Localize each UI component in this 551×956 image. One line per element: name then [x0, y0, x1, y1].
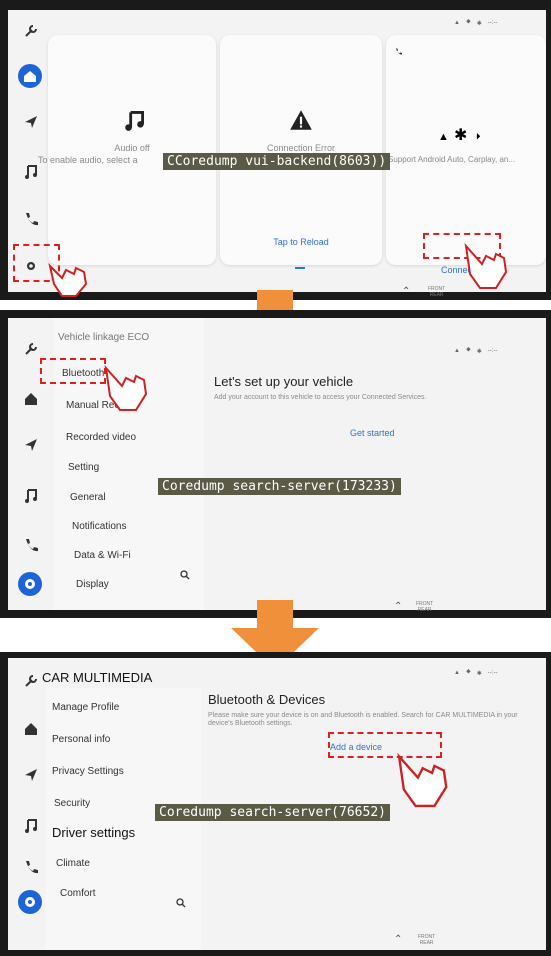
- status-bar: ▲ ⯁ ✱ --:--: [454, 344, 497, 358]
- coredump-overlay: Coredump search-server(76652): [155, 804, 390, 821]
- navigation-arrow-icon[interactable]: [22, 766, 40, 784]
- pointing-hand-icon: [104, 364, 148, 411]
- menu-item-personal-info[interactable]: Personal info: [52, 734, 110, 745]
- music-note-icon: [125, 111, 144, 131]
- phone-subtitle: Support Android Auto, Carplay, an...: [388, 155, 516, 164]
- front-rear-label: FRONT REAR: [418, 934, 436, 946]
- clock-icon: --:--: [487, 348, 498, 354]
- user-icon: ⯁: [465, 347, 471, 354]
- pointing-hand-icon: [48, 262, 88, 297]
- bluetooth-status-icon: ✱: [476, 670, 482, 677]
- warning-icon: [290, 110, 312, 130]
- screenshot-panel-bluetooth: CAR MULTIMEDIA Manage Profile Personal i…: [0, 652, 551, 956]
- android-auto-icon: ▲: [438, 131, 449, 143]
- coredump-overlay: Coredump search-server(173233): [158, 478, 401, 495]
- phone-icon[interactable]: [22, 536, 40, 554]
- status-bar: ▲ ⯁ ✱ --:--: [454, 666, 497, 680]
- phone-connect-card[interactable]: ▲ ✱ ⏵ Support Android Auto, Carplay, an.…: [386, 35, 546, 275]
- signal-icon: ▲: [454, 20, 460, 26]
- audio-title: Audio off: [114, 143, 150, 153]
- wrench-icon[interactable]: [22, 22, 40, 40]
- chevron-up-icon[interactable]: ⌃: [394, 934, 402, 945]
- bluetooth-highlight: [40, 358, 106, 384]
- page-title: Let's set up your vehicle: [214, 374, 354, 389]
- carplay-icon: ⏵: [476, 131, 481, 141]
- menu-item-setting[interactable]: Setting: [68, 462, 99, 473]
- screenshot-panel-home: ▲ ⯁ ✱ --:-- Audio off To enable audio, s…: [0, 0, 551, 300]
- pointing-hand-icon: [397, 752, 448, 808]
- menu-item-general[interactable]: General: [70, 492, 106, 503]
- front-rear-label: FRONT REAR: [416, 601, 434, 613]
- phone-icon: [396, 48, 402, 55]
- menu-item-manage-profile[interactable]: Manage Profile: [52, 702, 119, 713]
- menu-item-vehicle-linkage[interactable]: Vehicle linkage ECO: [58, 332, 149, 343]
- phone-icon[interactable]: [22, 210, 40, 228]
- search-icon[interactable]: [176, 898, 186, 908]
- home-button[interactable]: [18, 64, 42, 88]
- menu-item-climate[interactable]: Climate: [56, 858, 90, 869]
- menu-item-display[interactable]: Display: [76, 579, 109, 590]
- home-icon[interactable]: [22, 390, 40, 408]
- search-icon[interactable]: [180, 570, 190, 580]
- music-note-icon[interactable]: [22, 816, 40, 834]
- wrench-icon[interactable]: [22, 672, 40, 690]
- app-title: CAR MULTIMEDIA: [42, 670, 153, 685]
- connection-title: Connection Error: [266, 143, 336, 153]
- menu-item-privacy-settings[interactable]: Privacy Settings: [52, 766, 124, 777]
- audio-card[interactable]: Audio off To enable audio, select a: [38, 35, 216, 265]
- menu-item-notifications[interactable]: Notifications: [72, 521, 126, 532]
- pointing-hand-icon: [464, 242, 508, 289]
- coredump-overlay: CCoredump vui-backend(8603)): [163, 153, 391, 170]
- page-subtitle: Add your account to this vehicle to acce…: [214, 394, 427, 401]
- settings-button[interactable]: [18, 890, 42, 914]
- bluetooth-status-icon: ✱: [476, 348, 482, 355]
- page-title: Bluetooth & Devices: [208, 692, 326, 707]
- bluetooth-icon: ✱: [454, 127, 468, 144]
- audio-subtitle: To enable audio, select a: [38, 155, 138, 165]
- wrench-icon[interactable]: [22, 340, 40, 358]
- menu-item-comfort[interactable]: Comfort: [60, 888, 96, 899]
- music-note-icon[interactable]: [22, 486, 40, 504]
- clock-icon: --:--: [487, 670, 498, 676]
- navigation-arrow-icon[interactable]: [22, 113, 40, 131]
- get-started-link[interactable]: Get started: [350, 428, 395, 438]
- status-bar: ▲ ⯁ ✱ --:--: [454, 16, 497, 30]
- chevron-up-icon[interactable]: ⌃: [402, 286, 410, 297]
- front-rear-label: FRONT REAR: [428, 286, 446, 298]
- home-icon[interactable]: [22, 720, 40, 738]
- page-indicator: [295, 267, 305, 269]
- menu-item-recorded-video[interactable]: Recorded video: [66, 432, 136, 443]
- page-subtitle: Please make sure your device is on and B…: [208, 712, 518, 727]
- chevron-up-icon[interactable]: ⌃: [394, 601, 402, 612]
- user-icon: ⯁: [465, 669, 471, 676]
- signal-icon: ▲: [454, 670, 460, 676]
- bluetooth-status-icon: ✱: [476, 20, 482, 27]
- menu-item-data-wifi[interactable]: Data & Wi-Fi: [74, 550, 131, 561]
- signal-icon: ▲: [454, 348, 460, 354]
- screenshot-panel-settings: Vehicle linkage ECO Bluetooth Manual Rec…: [0, 310, 551, 618]
- settings-button[interactable]: [18, 572, 42, 596]
- connection-card[interactable]: Connection Error Tap to Reload: [220, 35, 382, 269]
- user-icon: ⯁: [465, 19, 471, 26]
- gear-icon: [25, 579, 35, 589]
- phone-icon[interactable]: [22, 858, 40, 876]
- clock-icon: --:--: [487, 20, 498, 26]
- navigation-arrow-icon[interactable]: [22, 436, 40, 454]
- menu-section-driver-settings: Driver settings: [52, 825, 136, 840]
- home-icon: [24, 71, 36, 82]
- gear-icon: [25, 897, 35, 907]
- menu-item-security[interactable]: Security: [54, 798, 90, 809]
- tap-to-reload-link[interactable]: Tap to Reload: [220, 237, 382, 247]
